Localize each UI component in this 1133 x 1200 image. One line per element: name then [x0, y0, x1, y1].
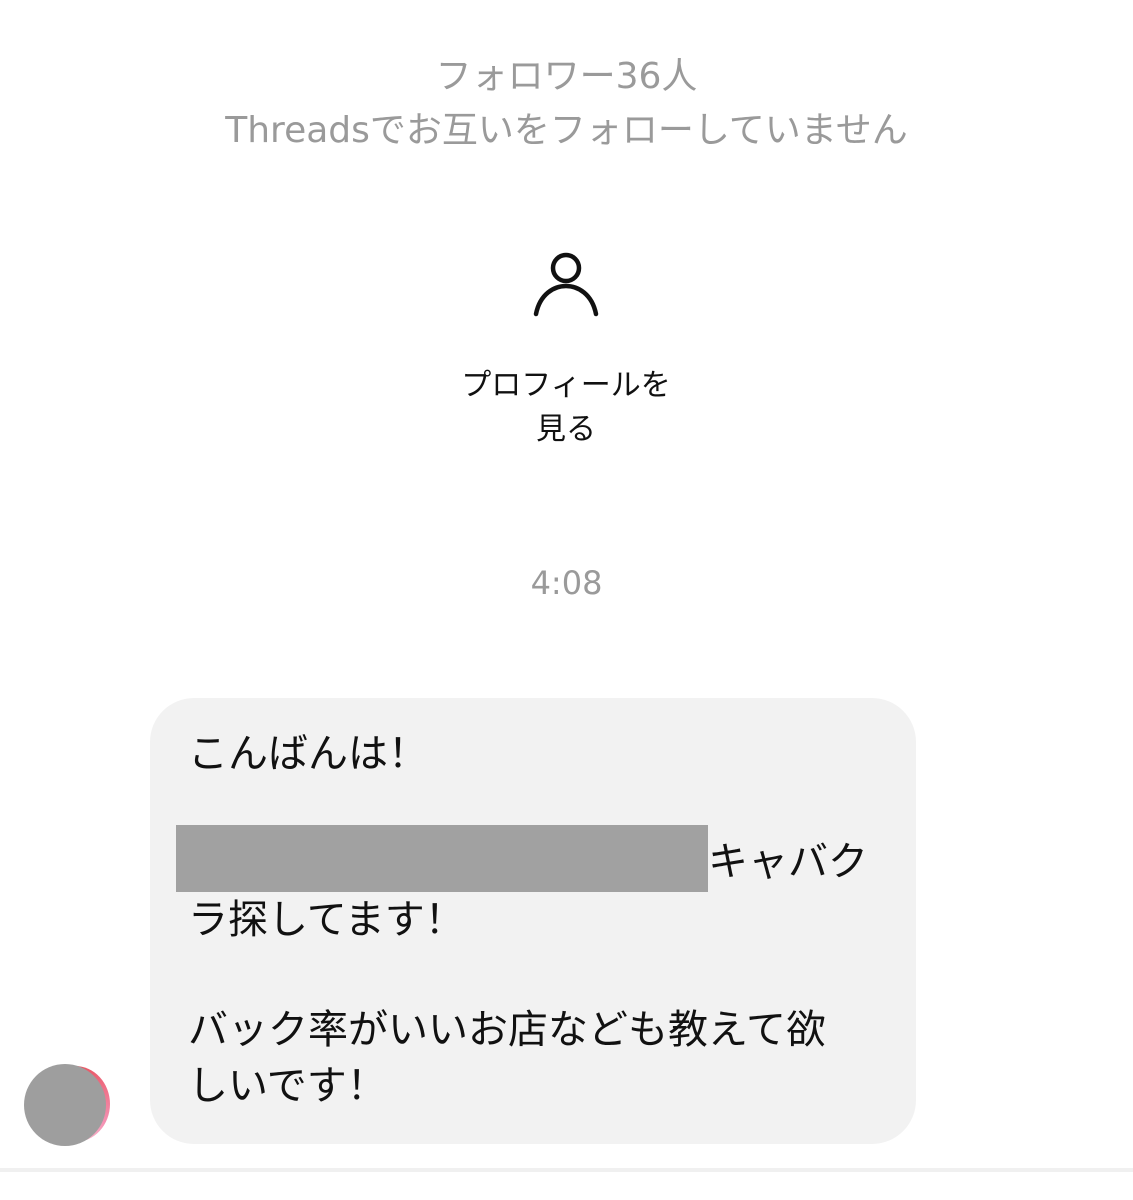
sender-avatar[interactable] [24, 1064, 110, 1146]
follower-count: フォロワー36人 [435, 56, 698, 97]
threads-follow-status: Threadsでお互いをフォローしていません [225, 110, 908, 151]
conversation-header-info: フォロワー36人 Threadsでお互いをフォローしていません [0, 50, 1133, 158]
message-line-greeting: こんばんは！ [188, 731, 428, 777]
message-bubble[interactable]: こんばんは！ キャバク ラ探してます！ バック率がいいお店なども教えて欲 しいで… [150, 698, 916, 1144]
avatar-redacted-image [24, 1064, 106, 1146]
message-line-2: キャバク [708, 839, 868, 885]
bottom-divider [0, 1168, 1133, 1172]
message-line-4: バック率がいいお店なども教えて欲 [188, 1007, 826, 1053]
message-line-3: ラ探してます！ [188, 897, 465, 943]
view-profile-label-line1: プロフィールを [461, 368, 671, 403]
redaction-block [176, 825, 708, 892]
view-profile-label-line2: 見る [536, 412, 596, 447]
person-icon [533, 252, 599, 317]
view-profile-button[interactable]: プロフィールを 見る [416, 364, 716, 452]
view-profile-section[interactable]: プロフィールを 見る [416, 248, 716, 452]
message-timestamp: 4:08 [530, 564, 603, 602]
message-line-5: しいです！ [188, 1063, 387, 1109]
